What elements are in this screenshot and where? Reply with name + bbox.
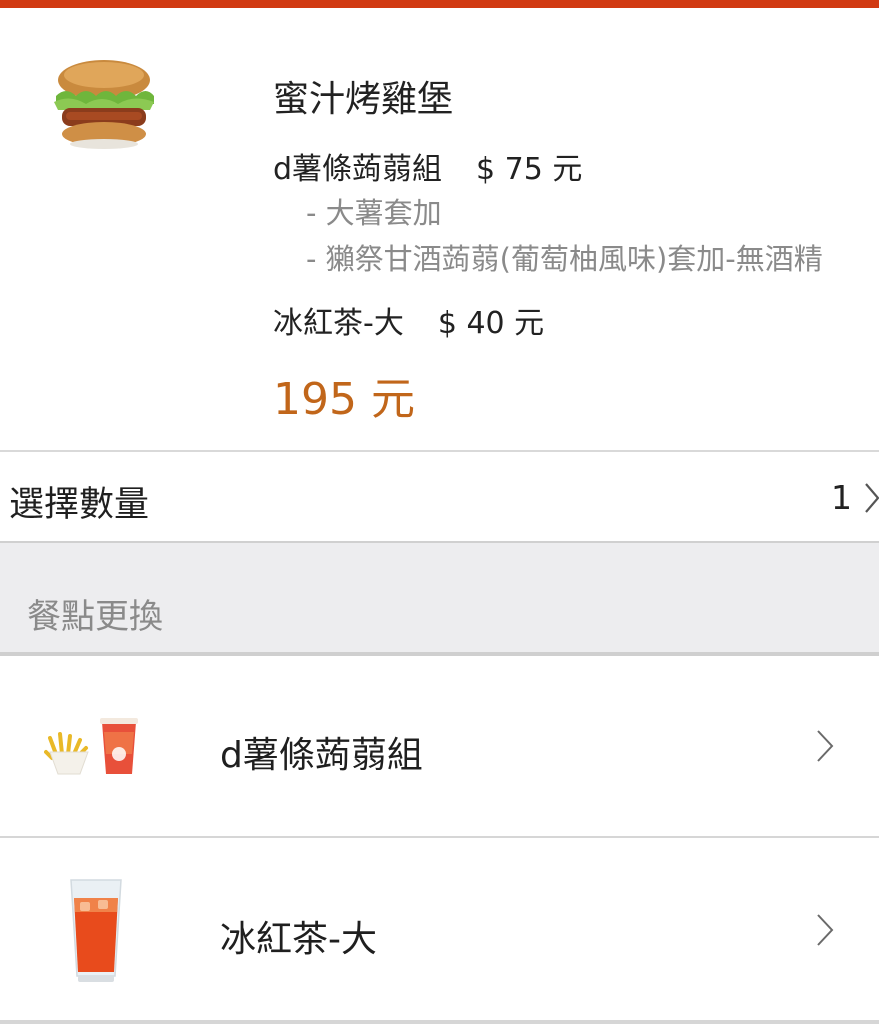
list-item-fries-combo[interactable]: d薯條蒟蒻組	[0, 656, 879, 836]
quantity-value: 1	[831, 478, 852, 517]
combo-option: - 獺祭甘酒蒟蒻(葡萄柚風味)套加-無酒精	[306, 242, 823, 276]
combo-option: - 大薯套加	[306, 196, 442, 230]
product-title: 蜜汁烤雞堡	[273, 79, 454, 120]
product-summary: 蜜汁烤雞堡 d薯條蒟蒻組 $ 75 元 - 大薯套加 - 獺祭甘酒蒟蒻(葡萄柚風味…	[0, 8, 879, 451]
combo-name: d薯條蒟蒻組	[273, 152, 443, 187]
combo-price: $ 75 元	[476, 152, 583, 187]
chevron-right-icon	[817, 730, 834, 762]
drink-name: 冰紅茶-大	[273, 306, 404, 341]
burger-image	[54, 60, 154, 149]
divider	[0, 1020, 879, 1024]
total-price: 195 元	[273, 374, 415, 425]
top-accent-bar	[0, 0, 879, 8]
chevron-right-icon	[817, 914, 834, 946]
drink-price: $ 40 元	[437, 306, 545, 341]
combo-line: d薯條蒟蒻組 $ 75 元	[273, 144, 582, 188]
section-title: 餐點更換	[27, 597, 163, 637]
quantity-label: 選擇數量	[9, 485, 150, 525]
list-item-iced-tea[interactable]: 冰紅茶-大	[0, 838, 879, 1020]
item-label: d薯條蒟蒻組	[220, 735, 423, 776]
iced-tea-image	[70, 879, 122, 982]
item-label: 冰紅茶-大	[220, 919, 377, 960]
meal-change-section-header: 餐點更換	[0, 543, 879, 652]
chevron-right-icon	[865, 483, 879, 513]
quantity-selector[interactable]: 選擇數量 1	[0, 452, 879, 541]
drink-line: 冰紅茶-大 $ 40 元	[273, 298, 544, 342]
fries-and-drink-image	[44, 718, 138, 775]
